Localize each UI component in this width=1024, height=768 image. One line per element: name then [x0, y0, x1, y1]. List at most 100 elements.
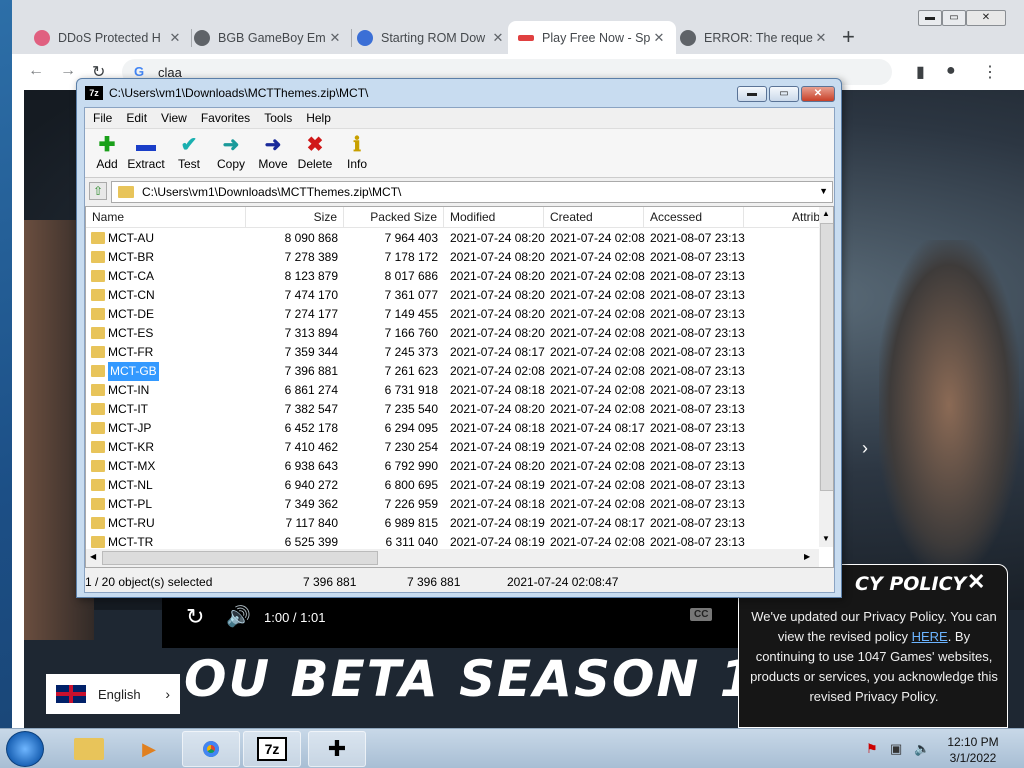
side-panel-icon[interactable]: ▮ — [916, 62, 925, 82]
copy-icon: ➜ — [222, 134, 240, 156]
horizontal-scrollbar[interactable]: ◀ ▶ — [86, 549, 819, 567]
chrome-taskbar-button[interactable] — [182, 731, 240, 767]
menu-favorites[interactable]: Favorites — [201, 111, 250, 125]
minimize-button[interactable]: ▬ — [737, 86, 767, 102]
copy-button[interactable]: ➜ Copy — [209, 133, 253, 171]
media-player-taskbar-button[interactable]: ▶ — [120, 731, 178, 767]
info-button[interactable]: ℹ Info — [335, 133, 379, 171]
menu-help[interactable]: Help — [306, 111, 331, 125]
column-size[interactable]: Size — [246, 207, 344, 228]
scroll-left-icon[interactable]: ◀ — [90, 552, 96, 561]
promo-headline: OU BETA SEASON 1 FREE NOW — [184, 650, 804, 708]
test-button[interactable]: ✔ Test — [167, 133, 211, 171]
vertical-scrollbar[interactable]: ▲ ▼ — [819, 207, 833, 547]
table-row[interactable]: MCT-KR 7 410 462 7 230 254 2021-07-24 08:19… — [86, 438, 816, 457]
cell-name: MCT-DE — [108, 307, 154, 321]
close-icon[interactable]: ✕ — [967, 569, 985, 595]
network-warning-icon[interactable]: ⚑ — [866, 741, 878, 757]
privacy-link[interactable]: HERE — [912, 629, 948, 644]
back-icon[interactable]: ← — [28, 62, 44, 80]
scroll-right-icon[interactable]: ▶ — [804, 552, 810, 561]
profile-icon[interactable]: ● — [946, 62, 956, 80]
table-row[interactable]: MCT-IT 7 382 547 7 235 540 2021-07-24 08:20… — [86, 400, 816, 419]
menu-file[interactable]: File — [93, 111, 112, 125]
scroll-up-icon[interactable]: ▲ — [822, 209, 830, 218]
folder-icon — [91, 517, 105, 529]
folder-icon — [91, 441, 105, 453]
bgb-taskbar-button[interactable]: ✚ — [308, 731, 366, 767]
volume-icon[interactable]: 🔈 — [914, 741, 930, 757]
cell-created: 2021-07-24 08:17 — [550, 421, 645, 435]
cell-packed-size: 7 230 254 — [384, 440, 438, 454]
table-row[interactable]: MCT-MX 6 938 643 6 792 990 2021-07-24 08:20… — [86, 457, 816, 476]
scroll-thumb[interactable] — [820, 223, 833, 491]
tab-close-icon[interactable]: ✕ — [652, 30, 666, 46]
browser-tab-5[interactable]: ERROR: The reque ✕ — [670, 21, 838, 54]
language-selector[interactable]: English › — [46, 674, 180, 714]
table-row[interactable]: MCT-ES 7 313 894 7 166 760 2021-07-24 08:20… — [86, 324, 816, 343]
table-row[interactable]: MCT-AU 8 090 868 7 964 403 2021-07-24 08:20… — [86, 229, 816, 248]
browser-tab-1[interactable]: DDoS Protected H ✕ — [24, 21, 192, 54]
forward-icon[interactable]: → — [60, 62, 76, 80]
add-button[interactable]: ✚ Add — [85, 133, 129, 171]
column-created[interactable]: Created — [544, 207, 644, 228]
scroll-down-icon[interactable]: ▼ — [822, 534, 830, 543]
table-row[interactable]: MCT-CA 8 123 879 8 017 686 2021-07-24 08:20… — [86, 267, 816, 286]
tab-close-icon[interactable]: ✕ — [328, 30, 342, 46]
column-name[interactable]: Name — [86, 207, 246, 228]
table-row[interactable]: MCT-GB 7 396 881 7 261 623 2021-07-24 02:08… — [86, 362, 816, 381]
replay-icon[interactable]: ↻ — [186, 604, 204, 630]
menu-kebab-icon[interactable]: ⋮ — [982, 62, 998, 82]
tab-strip: DDoS Protected H ✕ BGB GameBoy Em ✕ Star… — [12, 0, 1024, 54]
minimize-button[interactable]: ▬ — [918, 10, 942, 26]
extract-button[interactable]: ▬ Extract — [125, 133, 167, 171]
cell-size: 6 452 178 — [284, 421, 338, 435]
folder-up-icon[interactable]: ⇧ — [89, 182, 107, 200]
browser-tab-3[interactable]: Starting ROM Dow ✕ — [347, 21, 515, 54]
menu-tools[interactable]: Tools — [264, 111, 292, 125]
cell-accessed: 2021-08-07 23:13 — [650, 231, 745, 245]
cell-accessed: 2021-08-07 23:13 — [650, 383, 745, 397]
column-modified[interactable]: Modified — [444, 207, 544, 228]
start-button[interactable] — [6, 731, 44, 767]
table-row[interactable]: MCT-BR 7 278 389 7 178 172 2021-07-24 08:20… — [86, 248, 816, 267]
maximize-button[interactable]: ▭ — [769, 86, 799, 102]
table-row[interactable]: MCT-PL 7 349 362 7 226 959 2021-07-24 08:18… — [86, 495, 816, 514]
table-row[interactable]: MCT-CN 7 474 170 7 361 077 2021-07-24 08:20… — [86, 286, 816, 305]
column-attrib[interactable]: Attrib — [744, 207, 826, 228]
new-tab-button[interactable]: + — [842, 24, 855, 50]
menu-view[interactable]: View — [161, 111, 187, 125]
cell-modified: 2021-07-24 08:20 — [450, 307, 545, 321]
table-row[interactable]: MCT-IN 6 861 274 6 731 918 2021-07-24 08:18… — [86, 381, 816, 400]
menu-edit[interactable]: Edit — [126, 111, 147, 125]
move-button[interactable]: ➜ Move — [251, 133, 295, 171]
browser-tab-4[interactable]: Play Free Now - Sp ✕ — [508, 21, 676, 54]
table-row[interactable]: MCT-JP 6 452 178 6 294 095 2021-07-24 08:18… — [86, 419, 816, 438]
browser-tab-2[interactable]: BGB GameBoy Em ✕ — [184, 21, 352, 54]
table-row[interactable]: MCT-FR 7 359 344 7 245 373 2021-07-24 08:17… — [86, 343, 816, 362]
close-button[interactable]: ✕ — [966, 10, 1006, 26]
column-accessed[interactable]: Accessed — [644, 207, 744, 228]
path-combobox[interactable]: C:\Users\vm1\Downloads\MCTThemes.zip\MCT… — [111, 181, 833, 203]
volume-icon[interactable]: 🔊 — [226, 604, 251, 629]
system-clock[interactable]: 12:10 PM 3/1/2022 — [940, 734, 1006, 766]
hscroll-thumb[interactable] — [102, 551, 378, 565]
delete-button[interactable]: ✖ Delete — [293, 133, 337, 171]
tab-close-icon[interactable]: ✕ — [491, 30, 505, 46]
add-label: Add — [96, 157, 118, 171]
explorer-taskbar-button[interactable] — [60, 731, 118, 767]
tab-close-icon[interactable]: ✕ — [168, 30, 182, 46]
7zip-taskbar-button[interactable]: 7z — [243, 731, 301, 767]
cell-modified: 2021-07-24 08:18 — [450, 497, 545, 511]
network-icon[interactable]: ▣ — [890, 741, 902, 757]
chevron-right-icon[interactable]: › — [862, 438, 868, 459]
captions-icon[interactable]: CC — [690, 608, 713, 621]
dropdown-arrow-icon[interactable]: ▼ — [819, 186, 828, 196]
table-row[interactable]: MCT-RU 7 117 840 6 989 815 2021-07-24 08:19… — [86, 514, 816, 533]
maximize-button[interactable]: ▭ — [942, 10, 966, 26]
table-row[interactable]: MCT-NL 6 940 272 6 800 695 2021-07-24 08:19… — [86, 476, 816, 495]
table-row[interactable]: MCT-DE 7 274 177 7 149 455 2021-07-24 08:20… — [86, 305, 816, 324]
tab-close-icon[interactable]: ✕ — [814, 30, 828, 46]
close-button[interactable]: ✕ — [801, 86, 835, 102]
column-packed-size[interactable]: Packed Size — [344, 207, 444, 228]
